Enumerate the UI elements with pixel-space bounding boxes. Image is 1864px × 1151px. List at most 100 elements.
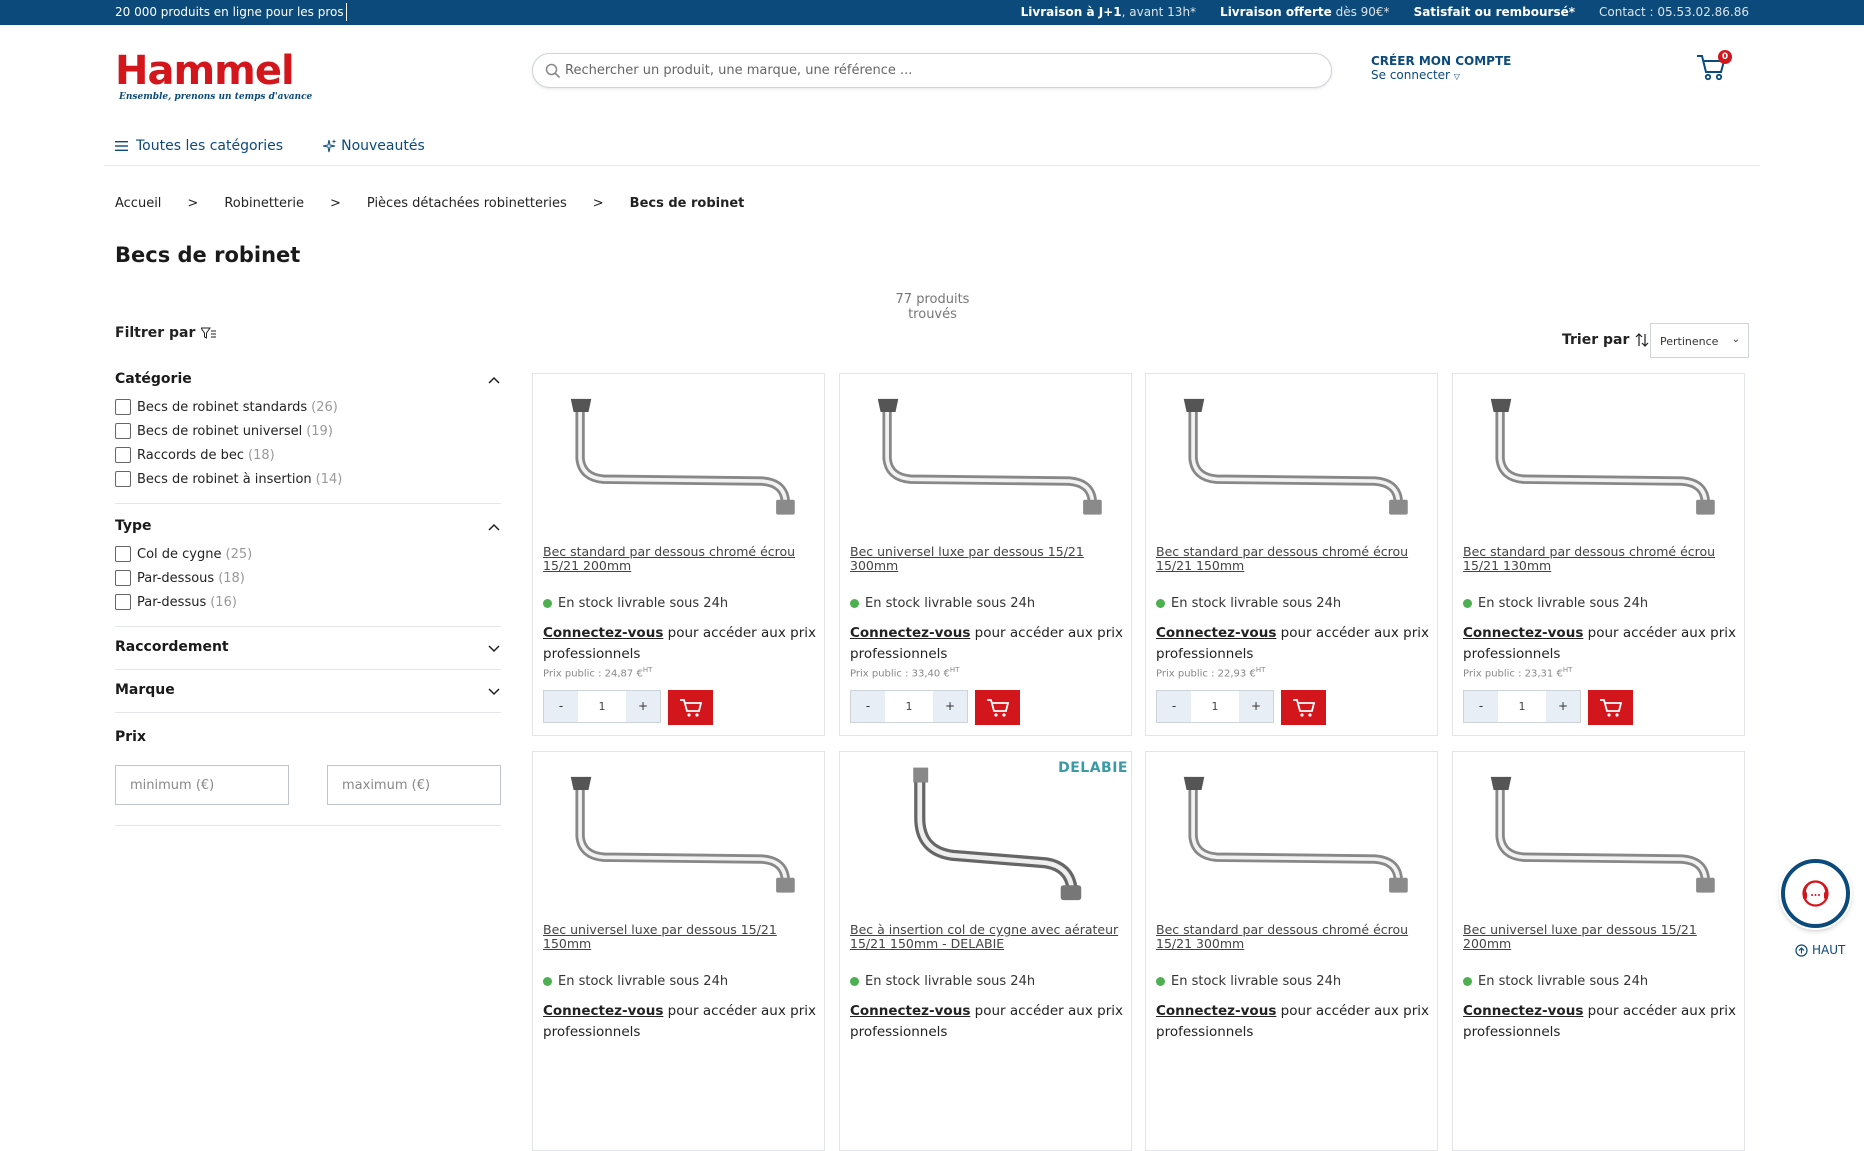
- facet-option[interactable]: Par-dessous (18): [115, 566, 501, 590]
- nav-all-categories[interactable]: Toutes les catégories: [115, 134, 283, 158]
- product-card[interactable]: Bec universel luxe par dessous 15/21 150…: [532, 751, 825, 1151]
- stock-dot-icon: [850, 977, 859, 986]
- page-title: Becs de robinet: [115, 243, 301, 267]
- product-name-link[interactable]: Bec universel luxe par dessous 15/21 300…: [850, 545, 1122, 573]
- chevron-up-icon[interactable]: [487, 520, 501, 534]
- cart-button[interactable]: 0: [1694, 50, 1732, 84]
- cart-icon: [680, 699, 703, 717]
- login-link[interactable]: Connectez-vous: [1463, 625, 1583, 641]
- quantity-value[interactable]: 1: [885, 691, 933, 722]
- product-card[interactable]: Bec universel luxe par dessous 15/21 200…: [1452, 751, 1745, 1151]
- quantity-decrease-button[interactable]: -: [1464, 691, 1498, 722]
- add-to-cart-button[interactable]: [1588, 690, 1633, 725]
- account-menu[interactable]: CRÉER MON COMPTE Se connecter ▽: [1371, 54, 1511, 84]
- create-account-link[interactable]: CRÉER MON COMPTE: [1371, 54, 1511, 68]
- product-image[interactable]: [850, 762, 1123, 902]
- product-image[interactable]: [1463, 384, 1736, 524]
- topbar-contact[interactable]: Contact : 05.53.02.86.86: [1599, 5, 1749, 19]
- breadcrumb-spare-parts[interactable]: Pièces détachées robinetteries: [367, 196, 567, 211]
- quantity-value[interactable]: 1: [1498, 691, 1546, 722]
- site-logo[interactable]: Hammel Ensemble, prenons un temps d'avan…: [115, 50, 312, 102]
- breadcrumb-robinetterie[interactable]: Robinetterie: [224, 196, 304, 211]
- product-name-link[interactable]: Bec standard par dessous chromé écrou 15…: [1156, 923, 1428, 951]
- facet-category-toggle[interactable]: Catégorie: [115, 371, 501, 391]
- login-link[interactable]: Connectez-vous: [543, 625, 663, 641]
- facet-type-toggle[interactable]: Type: [115, 518, 501, 538]
- search-input[interactable]: [565, 54, 1305, 87]
- product-card[interactable]: Bec standard par dessous chromé écrou 15…: [1145, 751, 1438, 1151]
- login-link[interactable]: Connectez-vous: [850, 625, 970, 641]
- checkbox[interactable]: [115, 570, 131, 586]
- add-to-cart-button[interactable]: [1281, 690, 1326, 725]
- product-card[interactable]: DELABIE Bec à insertion col de cygne ave…: [839, 751, 1132, 1151]
- brand-logo: DELABIE: [1058, 760, 1128, 776]
- sort-select[interactable]: Pertinence ⌄: [1650, 323, 1749, 358]
- search-bar[interactable]: [532, 53, 1332, 88]
- login-link[interactable]: Connectez-vous: [1463, 1003, 1583, 1019]
- facet-option[interactable]: Par-dessus (16): [115, 590, 501, 614]
- product-name-link[interactable]: Bec à insertion col de cygne avec aérate…: [850, 923, 1122, 951]
- quantity-decrease-button[interactable]: -: [544, 691, 578, 722]
- login-link[interactable]: Se connecter ▽: [1371, 68, 1511, 84]
- login-link[interactable]: Connectez-vous: [1156, 1003, 1276, 1019]
- checkbox[interactable]: [115, 546, 131, 562]
- login-link[interactable]: Connectez-vous: [850, 1003, 970, 1019]
- product-name-link[interactable]: Bec universel luxe par dessous 15/21 150…: [543, 923, 815, 951]
- facet-option[interactable]: Becs de robinet universel (19): [115, 419, 501, 443]
- chevron-down-icon[interactable]: [487, 685, 501, 699]
- login-link[interactable]: Connectez-vous: [1156, 625, 1276, 641]
- nav-new-products[interactable]: Nouveautés: [323, 134, 425, 158]
- stock-status: En stock livrable sous 24h: [850, 596, 1035, 611]
- quantity-value[interactable]: 1: [1191, 691, 1239, 722]
- facet-connection[interactable]: Raccordement: [115, 627, 501, 670]
- help-chat-button[interactable]: [1781, 859, 1850, 928]
- product-card[interactable]: Bec standard par dessous chromé écrou 15…: [1145, 373, 1438, 736]
- login-for-prices: Connectez-vous pour accéder aux prix pro…: [1156, 625, 1429, 662]
- product-name-link[interactable]: Bec standard par dessous chromé écrou 15…: [1463, 545, 1735, 573]
- quantity-increase-button[interactable]: +: [626, 691, 660, 722]
- breadcrumb-home[interactable]: Accueil: [115, 196, 161, 211]
- stock-dot-icon: [1156, 977, 1165, 986]
- checkbox[interactable]: [115, 399, 131, 415]
- price-max-input[interactable]: [327, 765, 501, 805]
- facet-brand-toggle[interactable]: Marque: [115, 682, 501, 702]
- quantity-decrease-button[interactable]: -: [1157, 691, 1191, 722]
- facet-connection-toggle[interactable]: Raccordement: [115, 639, 501, 659]
- facet-option[interactable]: Becs de robinet standards (26): [115, 395, 501, 419]
- quantity-increase-button[interactable]: +: [933, 691, 967, 722]
- product-image[interactable]: [543, 762, 816, 902]
- quantity-increase-button[interactable]: +: [1546, 691, 1580, 722]
- facet-option[interactable]: Raccords de bec (18): [115, 443, 501, 467]
- checkbox[interactable]: [115, 471, 131, 487]
- product-image[interactable]: [1156, 762, 1429, 902]
- add-to-cart-button[interactable]: [975, 690, 1020, 725]
- checkbox[interactable]: [115, 423, 131, 439]
- product-card[interactable]: Bec universel luxe par dessous 15/21 300…: [839, 373, 1132, 736]
- quantity-value[interactable]: 1: [578, 691, 626, 722]
- back-to-top-button[interactable]: HAUT: [1795, 943, 1845, 957]
- product-name-link[interactable]: Bec standard par dessous chromé écrou 15…: [543, 545, 815, 573]
- product-name-link[interactable]: Bec universel luxe par dessous 15/21 200…: [1463, 923, 1735, 951]
- product-card[interactable]: Bec standard par dessous chromé écrou 15…: [532, 373, 825, 736]
- product-image[interactable]: [1156, 384, 1429, 524]
- chevron-up-icon[interactable]: [487, 373, 501, 387]
- product-image[interactable]: [850, 384, 1123, 524]
- price-min-input[interactable]: [115, 765, 289, 805]
- product-image[interactable]: [1463, 762, 1736, 902]
- product-image[interactable]: [543, 384, 816, 524]
- filter-sidebar: Catégorie Becs de robinet standards (26) …: [115, 360, 501, 826]
- sort-icon: [1635, 333, 1649, 347]
- login-link[interactable]: Connectez-vous: [543, 1003, 663, 1019]
- facet-option[interactable]: Becs de robinet à insertion (14): [115, 467, 501, 491]
- facet-brand[interactable]: Marque: [115, 670, 501, 713]
- quantity-decrease-button[interactable]: -: [851, 691, 885, 722]
- checkbox[interactable]: [115, 447, 131, 463]
- product-card[interactable]: Bec standard par dessous chromé écrou 15…: [1452, 373, 1745, 736]
- facet-option[interactable]: Col de cygne (25): [115, 542, 501, 566]
- quantity-increase-button[interactable]: +: [1239, 691, 1273, 722]
- topbar-delivery: Livraison à J+1, avant 13h*: [1020, 5, 1197, 19]
- checkbox[interactable]: [115, 594, 131, 610]
- add-to-cart-button[interactable]: [668, 690, 713, 725]
- chevron-down-icon[interactable]: [487, 642, 501, 656]
- product-name-link[interactable]: Bec standard par dessous chromé écrou 15…: [1156, 545, 1428, 573]
